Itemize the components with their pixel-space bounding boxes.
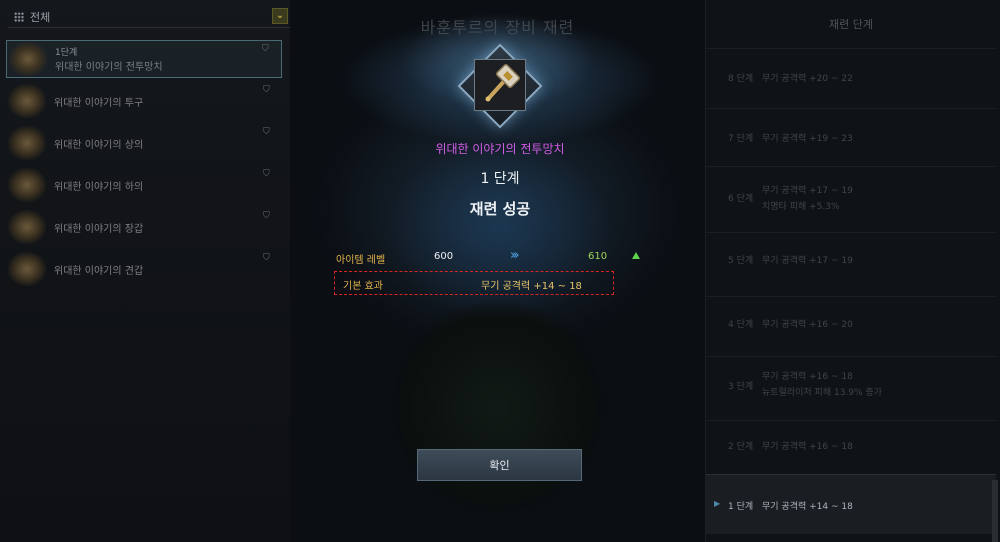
refine-stages-panel: 재련 단계 8 단계 무기 공격력 +20 ~ 22 7 단계 무기 공격력 +… — [705, 0, 1000, 542]
list-item[interactable]: 위대한 이야기의 투구 ⛉ — [6, 82, 282, 120]
lock-icon: ⛉ — [263, 253, 270, 263]
scrollbar[interactable] — [992, 480, 998, 542]
filter-bar[interactable]: 전체 ⌄ — [8, 6, 290, 28]
list-item[interactable]: 위대한 이야기의 상의 ⛉ — [6, 124, 282, 162]
item-name: 위대한 이야기의 하의 — [54, 181, 144, 193]
stage-row: 5 단계 무기 공격력 +17 ~ 19 — [706, 232, 996, 284]
stage-label: 4 단계 — [728, 320, 754, 330]
grid-icon — [14, 11, 24, 22]
stage-label: 2 단계 — [728, 442, 754, 452]
stage-effect: 무기 공격력 +19 ~ 23 — [762, 134, 853, 144]
item-level-after: 610 — [588, 251, 608, 262]
list-item[interactable]: 위대한 이야기의 하의 ⛉ — [6, 166, 282, 204]
item-name: 위대한 이야기의 장갑 — [54, 223, 144, 235]
result-message: 재련 성공 — [469, 200, 531, 218]
base-effect-label: 기본 효과 — [343, 281, 383, 292]
item-list-panel: 전체 ⌄ 1단계 위대한 이야기의 전투망치 ⛉ 위대한 이야기의 투구 ⛉ 위… — [0, 0, 290, 542]
base-effect-row: 기본 효과 무기 공격력 +14 ~ 18 — [334, 271, 614, 295]
item-name: 위대한 이야기의 상의 — [54, 139, 144, 151]
item-thumbnail — [8, 210, 46, 244]
item-level-label: 아이템 레벨 — [336, 255, 386, 266]
arrow-up-icon — [632, 252, 640, 259]
stage-label: 3 단계 — [728, 382, 754, 392]
warhammer-icon — [474, 59, 526, 111]
stages-title: 재련 단계 — [829, 18, 873, 31]
stage-effect: 무기 공격력 +17 ~ 19 — [762, 256, 853, 266]
stage-row-current: ▶ 1 단계 무기 공격력 +14 ~ 18 — [706, 474, 996, 534]
stage-row: 4 단계 무기 공격력 +16 ~ 20 — [706, 296, 996, 348]
confirm-button[interactable]: 확인 — [417, 449, 582, 481]
item-thumbnail — [8, 168, 46, 202]
stage-effect: 무기 공격력 +16 ~ 18 — [762, 372, 853, 382]
stage-effect: 무기 공격력 +20 ~ 22 — [762, 74, 853, 84]
result-item-name: 위대한 이야기의 전투망치 — [435, 142, 565, 156]
item-thumbnail — [8, 84, 46, 118]
item-level-row: 아이템 레벨 600 ››› 610 — [336, 247, 640, 269]
stage-row: 6 단계 무기 공격력 +17 ~ 19 치명타 피해 +5.3% — [706, 166, 996, 228]
item-thumbnail — [9, 42, 47, 76]
item-name: 위대한 이야기의 전투망치 — [55, 62, 163, 73]
item-thumbnail — [8, 126, 46, 160]
filter-label: 전체 — [30, 10, 51, 24]
stage-effect: 무기 공격력 +14 ~ 18 — [762, 502, 853, 512]
item-thumbnail — [8, 252, 46, 286]
item-level-before: 600 — [434, 251, 454, 262]
stage-label: 7 단계 — [728, 134, 754, 144]
stage-row: 3 단계 무기 공격력 +16 ~ 18 뉴트럴라이저 피해 13.9% 증가 — [706, 356, 996, 416]
result-stage: 1 단계 — [480, 171, 520, 187]
lock-icon: ⛉ — [262, 44, 269, 54]
base-effect-value: 무기 공격력 +14 ~ 18 — [481, 281, 582, 292]
lock-icon: ⛉ — [263, 169, 270, 179]
stage-row: 2 단계 무기 공격력 +16 ~ 18 — [706, 420, 996, 472]
refine-result-dialog: 위대한 이야기의 전투망치 1 단계 재련 성공 아이템 레벨 600 ››› … — [250, 0, 750, 542]
lock-icon: ⛉ — [263, 211, 270, 221]
stage-label: 5 단계 — [728, 256, 754, 266]
stage-row: 7 단계 무기 공격력 +19 ~ 23 — [706, 108, 996, 158]
list-item[interactable]: 위대한 이야기의 견갑 ⛉ — [6, 250, 282, 288]
list-item[interactable]: 1단계 위대한 이야기의 전투망치 ⛉ — [6, 40, 282, 78]
lock-icon: ⛉ — [263, 127, 270, 137]
stage-effect: 치명타 피해 +5.3% — [762, 202, 840, 212]
arrow-right-icon: ››› — [510, 248, 519, 263]
list-item[interactable]: 위대한 이야기의 장갑 ⛉ — [6, 208, 282, 246]
lock-icon: ⛉ — [263, 85, 270, 95]
stage-row: 8 단계 무기 공격력 +20 ~ 22 — [706, 48, 996, 92]
item-name: 위대한 이야기의 투구 — [54, 97, 144, 109]
stage-label: 1 단계 — [728, 502, 754, 512]
stage-effect: 무기 공격력 +16 ~ 20 — [762, 320, 853, 330]
item-name: 위대한 이야기의 견갑 — [54, 265, 144, 277]
stage-effect: 무기 공격력 +16 ~ 18 — [762, 442, 853, 452]
current-stage-arrow-icon: ▶ — [714, 499, 721, 508]
chevron-down-icon[interactable]: ⌄ — [272, 8, 288, 24]
stage-effect: 무기 공격력 +17 ~ 19 — [762, 186, 853, 196]
stage-label: 8 단계 — [728, 74, 754, 84]
stage-effect: 뉴트럴라이저 피해 13.9% 증가 — [762, 388, 882, 398]
stage-label: 6 단계 — [728, 194, 754, 204]
item-level: 1단계 — [55, 48, 78, 58]
